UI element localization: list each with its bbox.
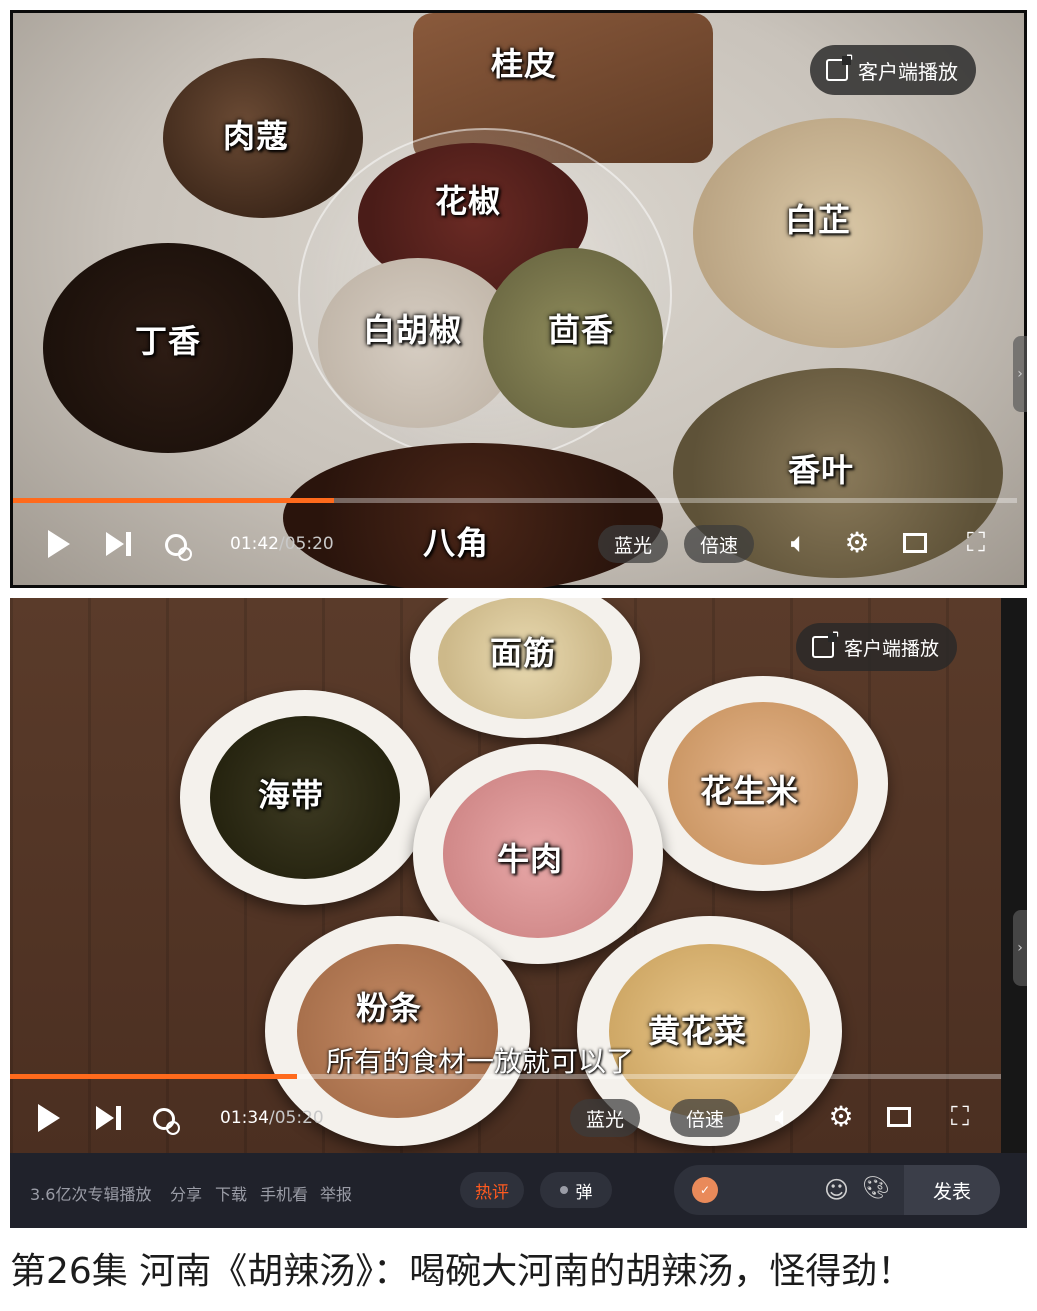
play-button[interactable] [34,1103,64,1133]
vip-avatar: ✓ [692,1177,718,1203]
time-current: 01:34 [220,1108,269,1128]
pip-button[interactable] [900,529,930,557]
title-strip: 第26集 河南《胡辣汤》：喝碗大河南的胡辣汤，怪得劲！ [10,1228,1027,1311]
speed-button[interactable]: 倍速 [684,525,755,563]
pip-icon [887,1107,911,1127]
loop-icon [153,1108,180,1135]
client-play-button[interactable]: 客户端播放 [810,45,976,95]
label-baihujiao: 白胡椒 [363,311,463,349]
progress-played [13,498,335,503]
play-button[interactable] [44,529,74,559]
fullscreen-button[interactable]: ⛶ [944,1101,976,1133]
volume-icon: 🔈︎ [790,526,808,559]
client-play-label: 客户端播放 [858,59,958,84]
play-icon [38,1104,60,1132]
progress-bar[interactable] [13,498,1017,503]
play-count: 3.6亿次专辑播放 [30,1185,152,1204]
pip-icon [903,533,927,553]
progress-bar[interactable] [10,1074,1001,1079]
video-player-top[interactable]: 肉蔻 桂皮 花椒 白芷 丁香 白胡椒 茴香 香叶 八角 客户端播放 › 01:4… [10,10,1027,588]
danmaku-dot [559,1186,568,1194]
label-huashengmi: 花生米 [700,772,800,810]
label-rougou: 肉蔻 [223,117,290,155]
external-link-icon [812,627,840,658]
fullscreen-icon: ⛶ [950,1102,970,1132]
volume-icon: 🔈︎ [774,1100,792,1133]
send-label: 发表 [932,1180,971,1203]
label-fentiao: 粉条 [356,989,423,1027]
client-play-label: 客户端播放 [844,637,940,660]
video-player-bottom[interactable]: 面筋 海带 花生米 牛肉 粉条 黄花菜 客户端播放 › 所有的食材一放就可以了 … [10,598,1027,1153]
label-haidai: 海带 [258,776,325,814]
next-icon [105,532,131,556]
external-link-icon [826,50,854,81]
volume-button[interactable]: 🔈︎ [782,527,816,559]
side-collapse-tab[interactable]: › [1013,910,1027,986]
label-huanghuacai: 黄花菜 [648,1012,748,1050]
loop-button[interactable] [160,530,192,561]
pip-button[interactable] [884,1103,914,1131]
emoji-icon[interactable]: ☺ [824,1176,849,1204]
quality-button[interactable]: 蓝光 [598,525,669,563]
loop-button[interactable] [148,1104,180,1135]
info-bar: 3.6亿次专辑播放 分享 下载 手机看 举报 热评 弹 ✓ ☺ 🎨︎ 发表 [10,1153,1027,1228]
next-button[interactable] [92,1103,124,1133]
fullscreen-icon: ⛶ [966,528,986,558]
next-icon [95,1106,121,1130]
label-dingxiang: 丁香 [135,322,202,360]
danmaku-label: 弹 [575,1182,593,1203]
mobile-link[interactable]: 手机看 [260,1181,308,1205]
speed-button[interactable]: 倍速 [670,1099,741,1137]
fullscreen-button[interactable]: ⛶ [960,527,992,559]
time-total: /05:20 [279,534,334,554]
gear-icon: ⚙︎ [844,526,870,559]
speed-label: 倍速 [686,1108,725,1131]
loop-icon [165,534,192,561]
volume-button[interactable]: 🔈︎ [766,1101,800,1133]
client-play-button[interactable]: 客户端播放 [796,623,958,671]
control-bar: 01:42/05:20 蓝光 倍速 🔈︎ ⚙︎ ⛶ [10,513,1027,573]
label-huixiang: 茴香 [548,311,615,349]
control-bar: 01:34/05:20 蓝光 倍速 🔈︎ ⚙︎ ⛶ [10,1087,1027,1147]
label-niurou: 牛肉 [497,840,564,878]
comment-input-area[interactable]: ✓ ☺ 🎨︎ 发表 [674,1165,1000,1215]
hot-comments-label: 热评 [475,1182,509,1203]
report-link[interactable]: 举报 [320,1181,352,1205]
hot-comments-button[interactable]: 热评 [460,1172,524,1208]
download-link[interactable]: 下载 [215,1181,247,1205]
settings-button[interactable]: ⚙︎ [824,1101,858,1133]
label-huajiao: 花椒 [435,182,502,220]
label-guipi: 桂皮 [491,45,558,83]
label-mianjin: 面筋 [490,634,557,672]
quality-label: 蓝光 [586,1108,625,1131]
speed-label: 倍速 [700,534,739,557]
label-xiangye: 香叶 [788,451,855,489]
next-button[interactable] [102,529,134,559]
time-total: /05:20 [269,1108,324,1128]
episode-title: 第26集 河南《胡辣汤》：喝碗大河南的胡辣汤，怪得劲！ [10,1251,914,1292]
progress-played [10,1074,298,1079]
gear-icon: ⚙︎ [828,1100,854,1133]
settings-button[interactable]: ⚙︎ [840,527,874,559]
quality-label: 蓝光 [614,534,653,557]
time-display: 01:42/05:20 [230,533,334,555]
side-collapse-tab[interactable]: › [1013,336,1027,412]
label-baizhi: 白芷 [785,201,852,239]
danmaku-toggle[interactable]: 弹 [540,1172,612,1208]
play-icon [48,530,70,558]
send-button[interactable]: 发表 [904,1165,1000,1215]
share-link[interactable]: 分享 [170,1181,202,1205]
quality-button[interactable]: 蓝光 [570,1099,641,1137]
time-display: 01:34/05:20 [220,1107,324,1129]
palette-icon[interactable]: 🎨︎ [862,1176,890,1201]
time-current: 01:42 [230,534,279,554]
